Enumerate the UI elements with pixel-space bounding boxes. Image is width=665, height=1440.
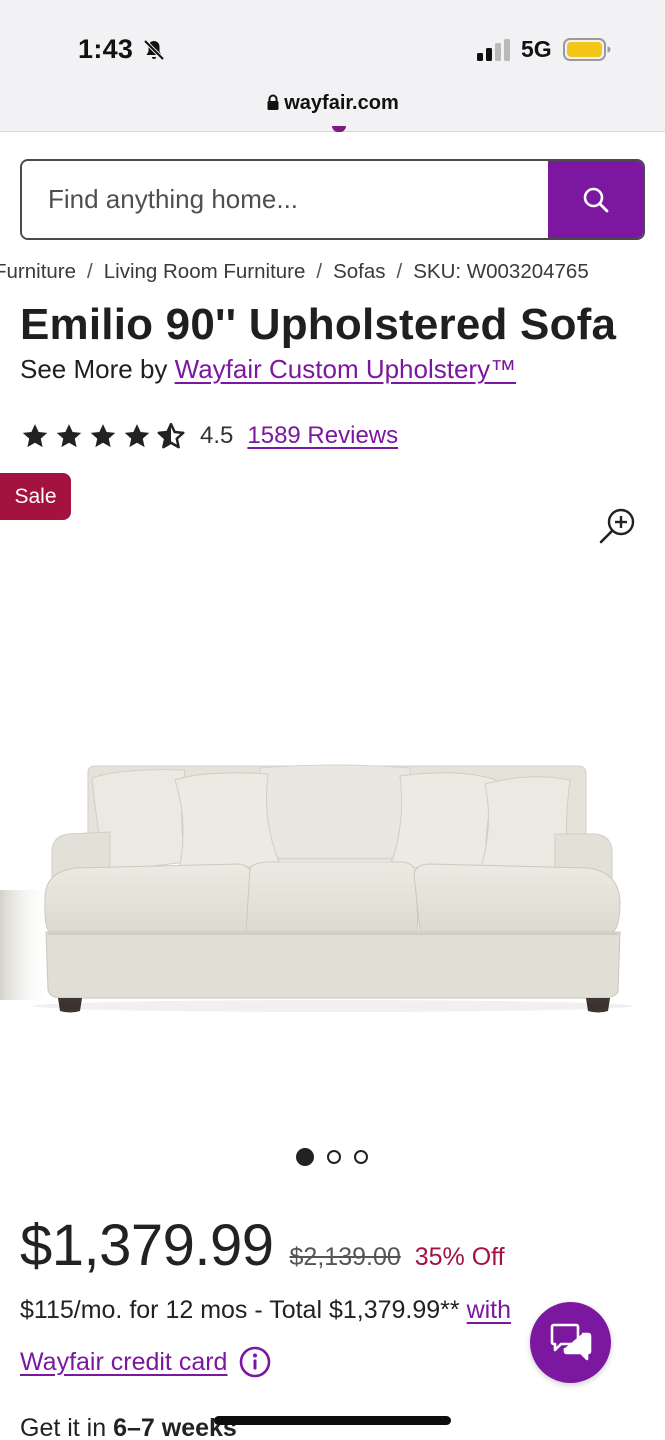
gallery-dot[interactable] — [354, 1150, 368, 1164]
search-button[interactable] — [548, 161, 643, 238]
home-indicator — [214, 1416, 451, 1425]
chat-icon — [550, 1323, 591, 1360]
battery-icon — [563, 38, 611, 61]
product-title: Emilio 90'' Upholstered Sofa — [20, 300, 617, 349]
rating-row: 4.5 1589 Reviews — [20, 418, 398, 454]
search-icon — [583, 187, 608, 212]
network-label: 5G — [521, 36, 552, 62]
financing-text: $115/mo. for 12 mos - Total $1,379.99** — [20, 1296, 467, 1324]
lock-icon — [267, 94, 279, 110]
rating-value: 4.5 — [200, 422, 234, 449]
breadcrumb-separator: / — [87, 260, 93, 283]
breadcrumb-item-furniture[interactable]: Furniture — [0, 260, 76, 283]
brand-link[interactable]: Wayfair Custom Upholstery™ — [175, 354, 516, 384]
star-full-icon — [22, 424, 48, 448]
delivery-prefix: Get it in — [20, 1414, 114, 1440]
signal-icon — [477, 39, 510, 61]
breadcrumb-separator: / — [396, 260, 403, 283]
breadcrumb-item-living-room-furniture[interactable]: Living Room Furniture — [104, 260, 306, 283]
gallery-dot[interactable] — [327, 1150, 341, 1164]
breadcrumb-separator: / — [316, 260, 323, 283]
star-full-icon — [90, 424, 116, 448]
star-rating — [20, 421, 186, 451]
star-full-icon — [56, 424, 82, 448]
gallery-dot[interactable] — [296, 1148, 314, 1166]
breadcrumb: Furniture / Living Room Furniture / Sofas / SK… — [0, 260, 665, 290]
star-full-icon — [124, 424, 150, 448]
original-price: $2,139.00 — [289, 1243, 401, 1271]
search-input[interactable] — [22, 161, 548, 238]
reviews-link[interactable]: 1589 Reviews — [247, 422, 398, 450]
current-price: $1,379.99 — [20, 1213, 274, 1278]
zoom-in-icon[interactable] — [598, 505, 638, 545]
see-more-prefix: See More by — [20, 354, 175, 384]
info-icon[interactable] — [239, 1346, 271, 1378]
see-more-line: See More by Wayfair Custom Upholstery™ — [20, 354, 516, 385]
product-image[interactable] — [0, 740, 665, 1020]
credit-card-link[interactable]: Wayfair credit card — [20, 1348, 227, 1377]
search-bar — [20, 159, 645, 240]
financing-with-link[interactable]: with — [467, 1296, 511, 1324]
status-time: 1:43 — [78, 34, 134, 64]
status-bar: 1:43 5G wayfair.com — [0, 0, 665, 132]
star-half-icon — [157, 422, 185, 449]
gallery-pagination — [296, 1148, 368, 1166]
sku-label: SKU: W003204765 — [413, 260, 589, 283]
price-row: $1,379.99 $2,139.00 35% Off — [20, 1212, 505, 1279]
discount-label: 35% Off — [414, 1243, 505, 1271]
sale-badge: Sale — [0, 473, 71, 520]
breadcrumb-item-sofas[interactable]: Sofas — [333, 260, 385, 283]
address-bar[interactable]: wayfair.com — [0, 92, 665, 115]
delivery-estimate: Get it in 6–7 weeks — [20, 1414, 237, 1440]
bell-muted-icon — [143, 39, 165, 61]
url-text: wayfair.com — [284, 92, 399, 114]
credit-card-line: Wayfair credit card — [20, 1346, 271, 1378]
chat-button[interactable] — [530, 1302, 611, 1383]
